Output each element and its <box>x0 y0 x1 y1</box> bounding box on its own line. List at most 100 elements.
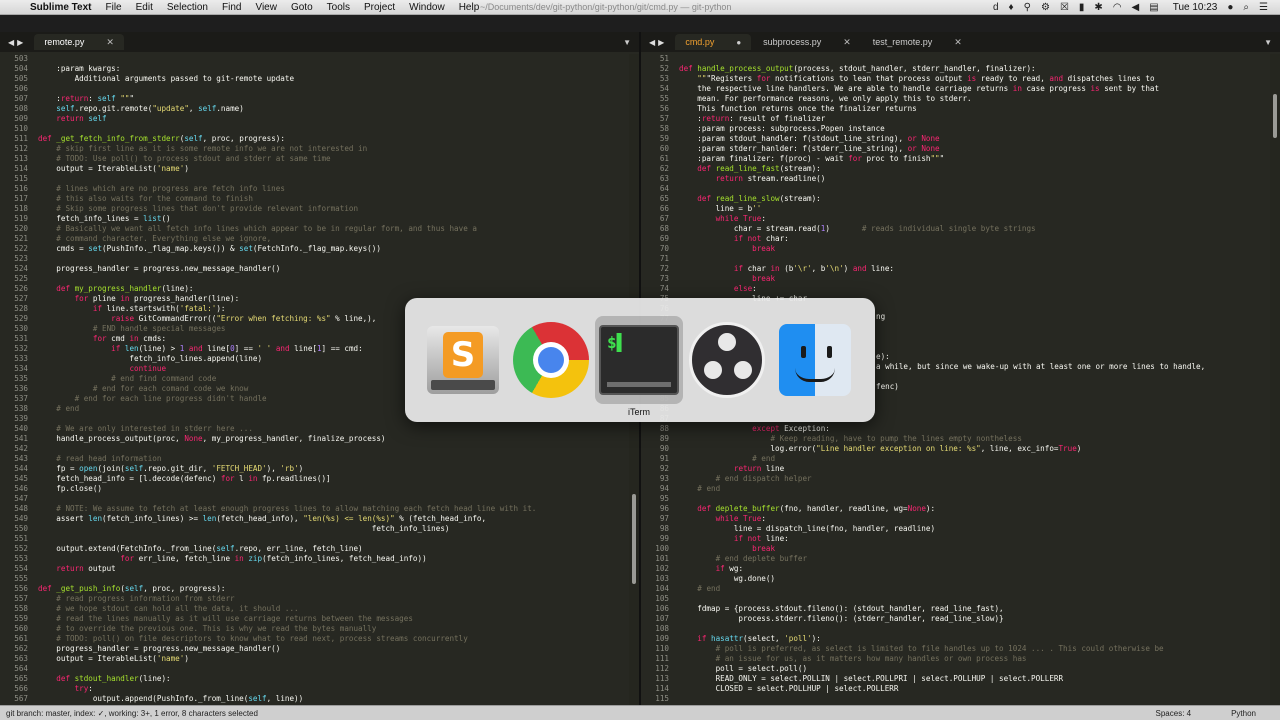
menu-window[interactable]: Window <box>409 2 445 13</box>
code-line[interactable]: # poll is preferred, as select is limite… <box>679 644 1240 654</box>
code-line[interactable]: while True: <box>679 514 1240 524</box>
code-line[interactable]: fp.close() <box>38 484 599 494</box>
user-icon[interactable]: ● <box>1227 2 1233 13</box>
right-tab-dropdown-icon[interactable]: ▼ <box>1264 38 1280 47</box>
switcher-app-sublime[interactable]: S <box>419 316 507 404</box>
code-line[interactable]: # command character. Everything else we … <box>38 234 599 244</box>
code-line[interactable]: # end dispatch helper <box>679 474 1240 484</box>
close-app-icon[interactable]: ☒ <box>1060 2 1069 13</box>
code-line[interactable]: # read the lines manually as it will use… <box>38 614 599 624</box>
code-line[interactable]: # Basically we want all fetch info lines… <box>38 224 599 234</box>
code-line[interactable]: # read progress information from stderr <box>38 594 599 604</box>
switcher-app-obs[interactable] <box>683 316 771 404</box>
left-tab-nav-icon[interactable]: ◀▶ <box>0 38 34 47</box>
code-line[interactable]: output = IterableList('name') <box>38 164 599 174</box>
code-line[interactable]: # Keep reading, have to pump the lines e… <box>679 434 1240 444</box>
code-line[interactable]: fp = open(join(self.repo.git_dir, 'FETCH… <box>38 464 599 474</box>
flag-icon[interactable]: ▤ <box>1149 2 1158 13</box>
code-line[interactable] <box>679 594 1240 604</box>
indentation-setting[interactable]: Spaces: 4 <box>1156 709 1192 718</box>
code-line[interactable] <box>679 54 1240 64</box>
code-line[interactable] <box>38 54 599 64</box>
right-tab-nav-icon[interactable]: ◀▶ <box>641 38 675 47</box>
menu-find[interactable]: Find <box>222 2 241 13</box>
code-line[interactable]: # end <box>679 454 1240 464</box>
code-line[interactable]: wg.done() <box>679 574 1240 584</box>
code-line[interactable] <box>679 624 1240 634</box>
code-line[interactable]: process.stderr.fileno(): (stderr_handler… <box>679 614 1240 624</box>
code-line[interactable]: if not line: <box>679 534 1240 544</box>
code-line[interactable]: :param stderr_hanlder: f(stderr_line_str… <box>679 144 1240 154</box>
code-line[interactable]: progress_handler = progress.new_message_… <box>38 644 599 654</box>
code-line[interactable]: mean. For performance reasons, we only a… <box>679 94 1240 104</box>
code-line[interactable]: try: <box>38 684 599 694</box>
code-line[interactable]: def _get_fetch_info_from_stderr(self, pr… <box>38 134 599 144</box>
code-line[interactable]: :param finalizer: f(proc) - wait for pro… <box>679 154 1240 164</box>
code-line[interactable]: # end <box>679 484 1240 494</box>
code-line[interactable]: def stdout_handler(line): <box>38 674 599 684</box>
code-line[interactable] <box>38 664 599 674</box>
code-line[interactable]: self.repo.git.remote("update", self.name… <box>38 104 599 114</box>
code-line[interactable] <box>38 254 599 264</box>
code-line[interactable]: fetch_info_lines = list() <box>38 214 599 224</box>
menu-view[interactable]: View <box>255 2 277 13</box>
code-line[interactable]: :param process: subprocess.Popen instanc… <box>679 124 1240 134</box>
tab-test-remote-py[interactable]: test_remote.py ✕ <box>863 34 972 50</box>
code-line[interactable]: progress_handler = progress.new_message_… <box>38 264 599 274</box>
code-line[interactable]: if wg: <box>679 564 1240 574</box>
code-line[interactable]: This function returns once the finalizer… <box>679 104 1240 114</box>
code-line[interactable]: def read_line_fast(stream): <box>679 164 1240 174</box>
code-line[interactable] <box>38 574 599 584</box>
code-line[interactable]: # end deplete buffer <box>679 554 1240 564</box>
menu-project[interactable]: Project <box>364 2 395 13</box>
code-line[interactable]: # read head information <box>38 454 599 464</box>
code-line[interactable]: assert len(fetch_info_lines) >= len(fetc… <box>38 514 599 524</box>
code-line[interactable]: while True: <box>679 214 1240 224</box>
code-line[interactable]: Additional arguments passed to git-remot… <box>38 74 599 84</box>
code-line[interactable]: the respective line handlers. We are abl… <box>679 84 1240 94</box>
code-line[interactable] <box>679 494 1240 504</box>
code-line[interactable]: # lines which are no progress are fetch … <box>38 184 599 194</box>
code-line[interactable]: return output <box>38 564 599 574</box>
menu-help[interactable]: Help <box>459 2 480 13</box>
code-line[interactable] <box>38 84 599 94</box>
code-line[interactable]: fetch_head_info = [l.decode(defenc) for … <box>38 474 599 484</box>
code-line[interactable]: :param kwargs: <box>38 64 599 74</box>
code-line[interactable] <box>679 254 1240 264</box>
close-icon[interactable]: ✕ <box>843 37 851 48</box>
code-line[interactable]: # skip first line as it is some remote i… <box>38 144 599 154</box>
left-scrollbar[interactable] <box>632 494 636 584</box>
code-line[interactable]: cmds = set(PushInfo._flag_map.keys()) & … <box>38 244 599 254</box>
code-line[interactable]: :return: result of finalizer <box>679 114 1240 124</box>
code-line[interactable]: # TODO: Use poll() to process stdout and… <box>38 154 599 164</box>
left-tab-dropdown-icon[interactable]: ▼ <box>623 38 639 47</box>
code-line[interactable]: if char in (b'\r', b'\n') and line: <box>679 264 1240 274</box>
code-line[interactable]: READ_ONLY = select.POLLIN | select.POLLP… <box>679 674 1240 684</box>
menu-tools[interactable]: Tools <box>327 2 350 13</box>
code-line[interactable]: :return: self """ <box>38 94 599 104</box>
code-line[interactable]: return stream.readline() <box>679 174 1240 184</box>
spotlight-icon[interactable]: ⌕ <box>1243 2 1249 13</box>
code-line[interactable]: # to override the previous one. This is … <box>38 624 599 634</box>
code-line[interactable]: def _get_push_info(self, proc, progress)… <box>38 584 599 594</box>
menubar-clock[interactable]: Tue 10:23 <box>1173 2 1218 13</box>
close-icon[interactable]: ✕ <box>106 37 114 48</box>
code-line[interactable]: except Exception: <box>679 424 1240 434</box>
code-line[interactable] <box>38 124 599 134</box>
code-line[interactable] <box>38 494 599 504</box>
notification-center-icon[interactable]: ☰ <box>1259 2 1268 13</box>
tab-cmd-py[interactable]: cmd.py ● <box>675 34 752 50</box>
code-line[interactable]: break <box>679 274 1240 284</box>
code-line[interactable]: # this also waits for the command to fin… <box>38 194 599 204</box>
tab-subprocess-py[interactable]: subprocess.py ✕ <box>753 34 861 50</box>
code-line[interactable]: handle_process_output(proc, None, my_pro… <box>38 434 599 444</box>
code-line[interactable]: line = dispatch_line(fno, handler, readl… <box>679 524 1240 534</box>
code-line[interactable]: # TODO: poll() on file descriptors to kn… <box>38 634 599 644</box>
code-line[interactable]: output.extend(FetchInfo._from_line(self.… <box>38 544 599 554</box>
code-line[interactable]: # NOTE: We assume to fetch at least enou… <box>38 504 599 514</box>
menu-file[interactable]: File <box>106 2 122 13</box>
code-line[interactable]: for err_line, fetch_line in zip(fetch_in… <box>38 554 599 564</box>
right-minimap[interactable] <box>1270 54 1280 705</box>
code-line[interactable]: output.append(PushInfo._from_line(self, … <box>38 694 599 704</box>
code-line[interactable]: def deplete_buffer(fno, handler, readlin… <box>679 504 1240 514</box>
